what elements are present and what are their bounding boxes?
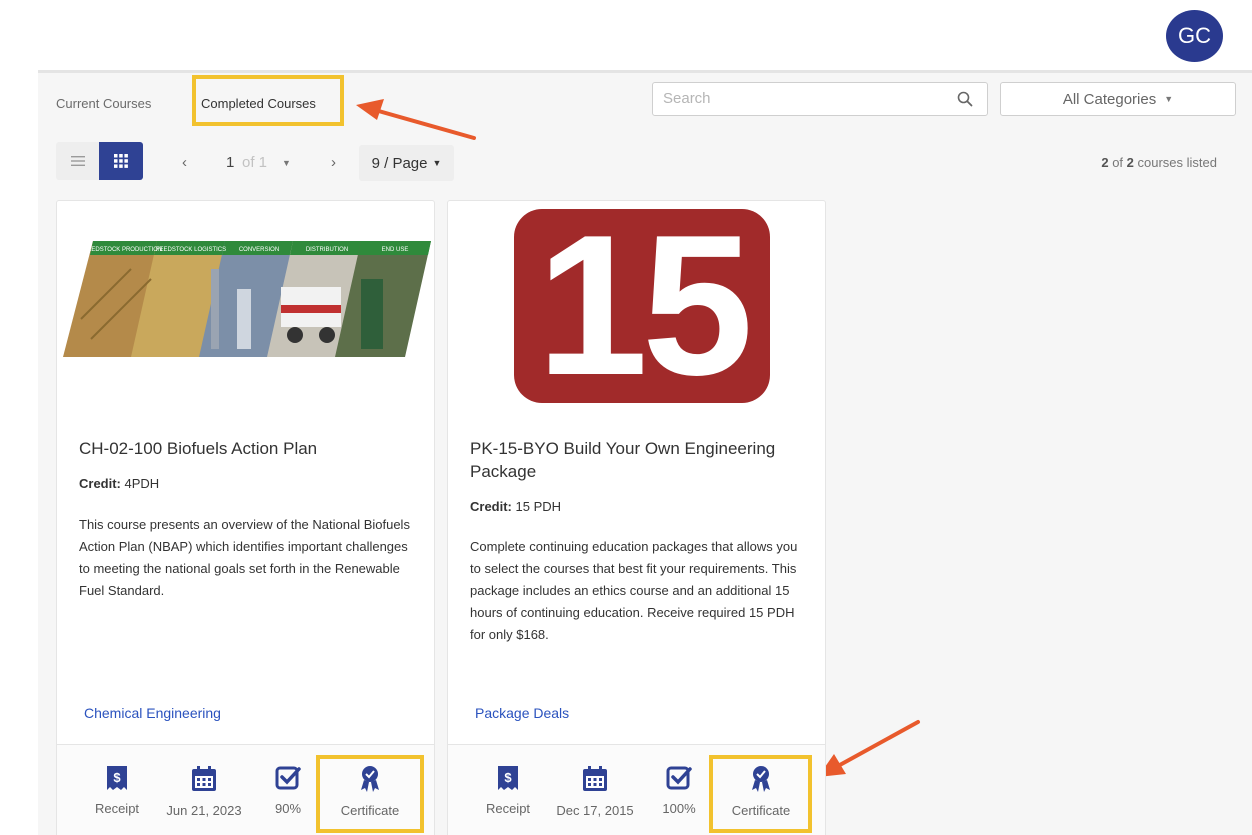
thumb-label-1: FEEDSTOCK PRODUCTION: [84, 247, 163, 253]
receipt-icon: $: [107, 766, 127, 790]
credit-value: 15 PDH: [511, 499, 562, 514]
course-category-link[interactable]: Chemical Engineering: [84, 705, 221, 721]
grid-view-button[interactable]: [99, 142, 143, 180]
listed-mid: of: [1108, 155, 1127, 170]
completion-date: Jun 21, 2023: [159, 765, 249, 818]
course-title[interactable]: PK-15-BYO Build Your Own Engineering Pac…: [470, 437, 810, 483]
arrow-to-completed-tab: [356, 99, 476, 140]
credit-label: Credit:: [470, 499, 512, 514]
receipt-button[interactable]: $ Receipt: [463, 765, 553, 816]
search-icon[interactable]: [957, 91, 973, 112]
caret-down-icon: ▼: [1164, 94, 1174, 104]
course-thumbnail-biofuels: FEEDSTOCK PRODUCTION FEEDSTOCK LOGISTICS…: [61, 239, 433, 359]
list-view-button[interactable]: [56, 142, 100, 180]
courses-listed-count: 2 of 2 courses listed: [1101, 155, 1217, 170]
calendar-icon: [583, 766, 607, 791]
page-count: of 1: [242, 154, 268, 171]
course-thumbnail-15: 15: [514, 209, 770, 403]
receipt-label: Receipt: [485, 801, 531, 816]
certificate-highlight-box: [316, 755, 424, 833]
receipt-label: Receipt: [94, 801, 140, 816]
search-input[interactable]: [663, 90, 943, 107]
current-page-number[interactable]: 1: [226, 154, 234, 171]
svg-text:$: $: [113, 770, 121, 785]
course-credit: Credit: 15 PDH: [470, 499, 561, 514]
course-card[interactable]: 15 PK-15-BYO Build Your Own Engineering …: [447, 200, 826, 835]
listed-total: 2: [1126, 155, 1134, 170]
grid-icon: [114, 154, 128, 168]
course-description: Complete continuing education packages t…: [470, 539, 798, 642]
thumb-label-3: CONVERSION: [239, 247, 279, 253]
page-dropdown-icon[interactable]: ▼: [282, 158, 291, 168]
category-dropdown[interactable]: All Categories ▼: [1000, 82, 1236, 116]
listed-shown: 2: [1101, 155, 1109, 170]
date-label: Dec 17, 2015: [556, 803, 634, 818]
score-label: 100%: [662, 801, 696, 816]
calendar-icon: [192, 766, 216, 791]
per-page-label: 9 / Page: [371, 154, 428, 172]
completion-date: Dec 17, 2015: [550, 765, 640, 818]
thumb-label-5: END USE: [382, 247, 409, 253]
course-credit: Credit: 4PDH: [79, 476, 159, 491]
svg-text:$: $: [504, 770, 512, 785]
checkbox-icon: [275, 766, 301, 790]
list-icon: [71, 156, 85, 166]
checkbox-icon: [666, 766, 692, 790]
caret-down-icon: ▼: [432, 158, 442, 168]
credit-label: Credit:: [79, 476, 121, 491]
arrow-to-certificate: [818, 720, 920, 777]
score-label: 90%: [274, 801, 302, 816]
per-page-dropdown[interactable]: 9 / Page ▼: [359, 145, 454, 181]
prev-page-icon[interactable]: ‹: [182, 154, 187, 171]
course-card[interactable]: FEEDSTOCK PRODUCTION FEEDSTOCK LOGISTICS…: [56, 200, 435, 835]
certificate-highlight-box: [709, 755, 812, 833]
date-label: Jun 21, 2023: [166, 803, 242, 818]
listed-suffix: courses listed: [1133, 155, 1217, 170]
next-page-icon[interactable]: ›: [331, 154, 336, 171]
receipt-button[interactable]: $ Receipt: [72, 765, 162, 816]
course-title[interactable]: CH-02-100 Biofuels Action Plan: [79, 437, 419, 460]
credit-value: 4PDH: [120, 476, 160, 491]
course-description: This course presents an overview of the …: [79, 517, 410, 598]
thumb-label-4: DISTRIBUTION: [306, 247, 348, 253]
category-label: All Categories: [1062, 90, 1157, 108]
search-box: [652, 82, 988, 116]
receipt-icon: $: [498, 766, 518, 790]
course-category-link[interactable]: Package Deals: [475, 705, 569, 721]
thumb-label-2: FEEDSTOCK LOGISTICS: [156, 247, 226, 253]
